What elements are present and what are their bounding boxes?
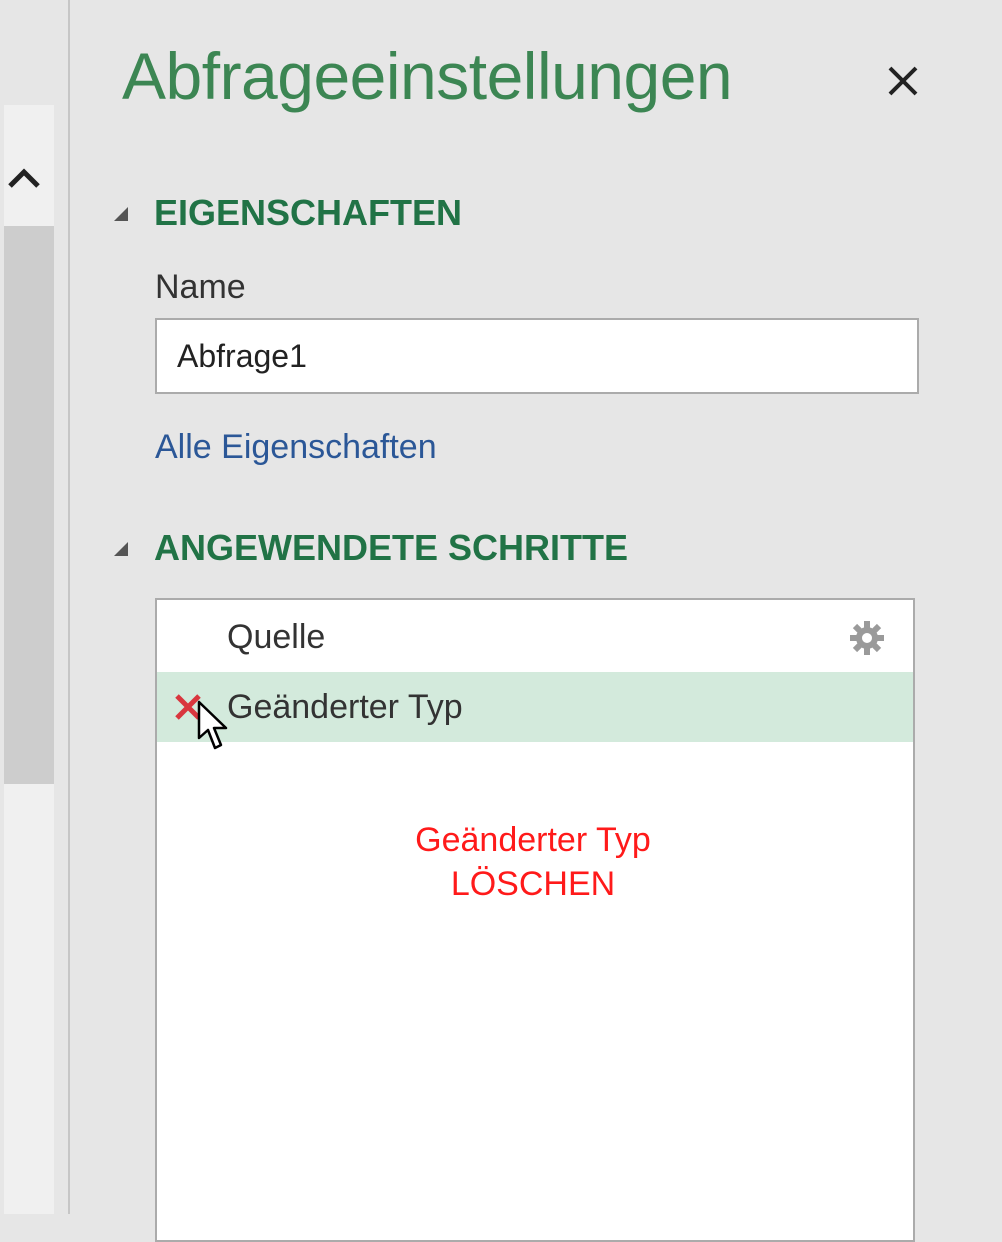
section-properties[interactable]: EIGENSCHAFTEN xyxy=(112,192,462,234)
step-label: Quelle xyxy=(227,617,326,656)
section-applied-steps[interactable]: ANGEWENDETE SCHRITTE xyxy=(112,527,628,569)
name-label: Name xyxy=(155,268,246,306)
gear-icon[interactable] xyxy=(849,620,885,656)
step-item-selected[interactable]: Geänderter Typ xyxy=(157,672,913,750)
collapse-triangle-icon[interactable] xyxy=(112,540,128,556)
panel-title: Abfrageeinstellungen xyxy=(122,39,733,113)
chevron-up-icon[interactable] xyxy=(4,160,44,200)
collapse-triangle-icon[interactable] xyxy=(112,205,128,221)
scrollbar-thumb[interactable] xyxy=(4,226,54,784)
name-field[interactable] xyxy=(155,318,919,394)
section-heading: ANGEWENDETE SCHRITTE xyxy=(154,527,629,568)
annotation-text: Geänderter Typ LÖSCHEN xyxy=(155,818,911,906)
close-icon[interactable] xyxy=(878,56,928,106)
mouse-cursor-icon xyxy=(197,700,228,750)
step-item[interactable]: Quelle xyxy=(157,602,913,672)
annotation-line: Geänderter Typ xyxy=(415,821,651,859)
all-properties-link[interactable]: Alle Eigenschaften xyxy=(155,428,437,467)
query-settings-panel: Abfrageeinstellungen EIGENSCHAFTEN Name … xyxy=(70,0,1002,1242)
section-heading: EIGENSCHAFTEN xyxy=(154,192,463,233)
annotation-line: LÖSCHEN xyxy=(450,865,616,903)
step-label: Geänderter Typ xyxy=(227,687,463,726)
left-pane xyxy=(0,0,68,1214)
applied-steps-list: Quelle Geänderter Typ xyxy=(155,598,915,1242)
